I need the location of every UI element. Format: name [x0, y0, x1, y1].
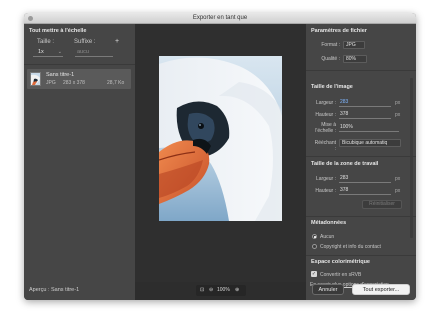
- canvas-width-label: Largeur :: [315, 176, 336, 182]
- right-panel: Paramètres de fichier Format : JPG Quali…: [306, 24, 416, 300]
- quality-label: Qualité :: [321, 56, 340, 62]
- resample-select[interactable]: Bicubique automatiq: [339, 139, 401, 147]
- canvas-height-label: Hauteur :: [315, 188, 336, 194]
- divider: [306, 156, 416, 157]
- chevron-down-icon: ⌄: [57, 49, 62, 55]
- asset-dimensions: 283 x 378: [63, 80, 85, 86]
- preview-canvas[interactable]: [135, 24, 306, 282]
- canvas-height-input[interactable]: 378: [339, 187, 391, 195]
- zoom-value: 100%: [217, 287, 230, 293]
- divider: [306, 70, 416, 71]
- divider: [24, 64, 135, 65]
- asset-thumbnail: [30, 72, 41, 86]
- color-space-title: Espace colorimétrique: [311, 259, 370, 265]
- asset-filesize: 28,7 Ko: [107, 80, 125, 86]
- metadata-none-radio[interactable]: [312, 234, 317, 239]
- quality-select[interactable]: 80%: [343, 55, 367, 63]
- suffix-input[interactable]: aucu: [75, 49, 113, 57]
- divider: [306, 216, 416, 217]
- asset-name: Sans titre-1: [46, 72, 75, 78]
- add-scale-button[interactable]: +: [115, 38, 119, 45]
- reset-button[interactable]: Réinitialiser: [362, 200, 402, 209]
- scale-select[interactable]: 1x ⌄: [33, 49, 63, 57]
- convert-srgb-label: Convertir en sRVB: [320, 272, 362, 278]
- export-dialog: Exporter en tant que Tout mettre à l'éch…: [24, 13, 416, 300]
- image-scale-select[interactable]: 100%: [339, 124, 399, 132]
- window-title: Exporter en tant que: [192, 15, 248, 21]
- scale-header-row: Taille : Suffixe : +: [29, 38, 129, 47]
- zoom-out-icon[interactable]: ⊖: [209, 287, 213, 293]
- preview-pane: ⊡ ⊖ 100% ⊕: [135, 24, 306, 300]
- preview-image: [159, 56, 282, 221]
- image-width-unit: px: [395, 100, 401, 106]
- image-width-label: Largeur :: [315, 100, 336, 106]
- zoom-in-icon[interactable]: ⊕: [235, 287, 239, 293]
- metadata-title: Métadonnées: [311, 220, 347, 226]
- image-height-unit: px: [395, 112, 401, 118]
- left-panel: Tout mettre à l'échelle Taille : Suffixe…: [24, 24, 135, 300]
- image-height-input[interactable]: 378: [339, 111, 391, 119]
- file-settings-title: Paramètres de fichier: [311, 28, 367, 34]
- preview-label: Aperçu : Sans titre-1: [29, 287, 80, 293]
- scale-input-row: 1x ⌄ aucu: [29, 49, 129, 58]
- asset-format: JPG: [46, 80, 56, 86]
- size-label: Taille :: [37, 39, 55, 45]
- canvas-width-input[interactable]: 283: [339, 175, 391, 183]
- canvas-height-unit: px: [395, 188, 401, 194]
- divider: [306, 255, 416, 256]
- image-size-title: Taille de l'image: [311, 84, 353, 90]
- resample-value: Bicubique automatiq: [342, 140, 388, 146]
- format-value: JPG: [346, 42, 356, 48]
- image-height-label: Hauteur :: [315, 112, 336, 118]
- suffix-label: Suffixe :: [74, 39, 96, 45]
- scale-label-line2: l'échelle :: [315, 128, 336, 134]
- fit-to-screen-icon[interactable]: ⊡: [200, 287, 204, 293]
- resample-label: Rééchant :: [314, 140, 336, 152]
- canvas-size-title: Taille de la zone de travail: [311, 161, 379, 167]
- scale-select-value: 1x: [38, 49, 44, 55]
- metadata-copyright-radio[interactable]: [312, 244, 317, 249]
- convert-srgb-checkbox[interactable]: ✓: [311, 271, 317, 277]
- asset-list-item[interactable]: Sans titre-1 JPG 283 x 378 28,7 Ko: [27, 69, 131, 89]
- title-bar: Exporter en tant que: [24, 13, 416, 24]
- canvas-width-unit: px: [395, 176, 401, 182]
- panel-scrollbar[interactable]: [410, 78, 413, 238]
- export-all-button[interactable]: Tout exporter...: [352, 284, 410, 295]
- zoom-control: ⊡ ⊖ 100% ⊕: [196, 285, 246, 296]
- metadata-copyright-label: Copyright et info du contact: [320, 244, 381, 250]
- cancel-button[interactable]: Annuler: [312, 284, 344, 295]
- quality-value: 80%: [346, 56, 357, 62]
- format-select[interactable]: JPG: [343, 41, 365, 49]
- metadata-none-label: Aucun: [320, 234, 335, 240]
- format-label: Format :: [321, 42, 340, 48]
- scale-all-title: Tout mettre à l'échelle: [29, 28, 87, 34]
- image-scale-value: 100%: [340, 124, 353, 130]
- image-width-input[interactable]: 283: [339, 99, 391, 107]
